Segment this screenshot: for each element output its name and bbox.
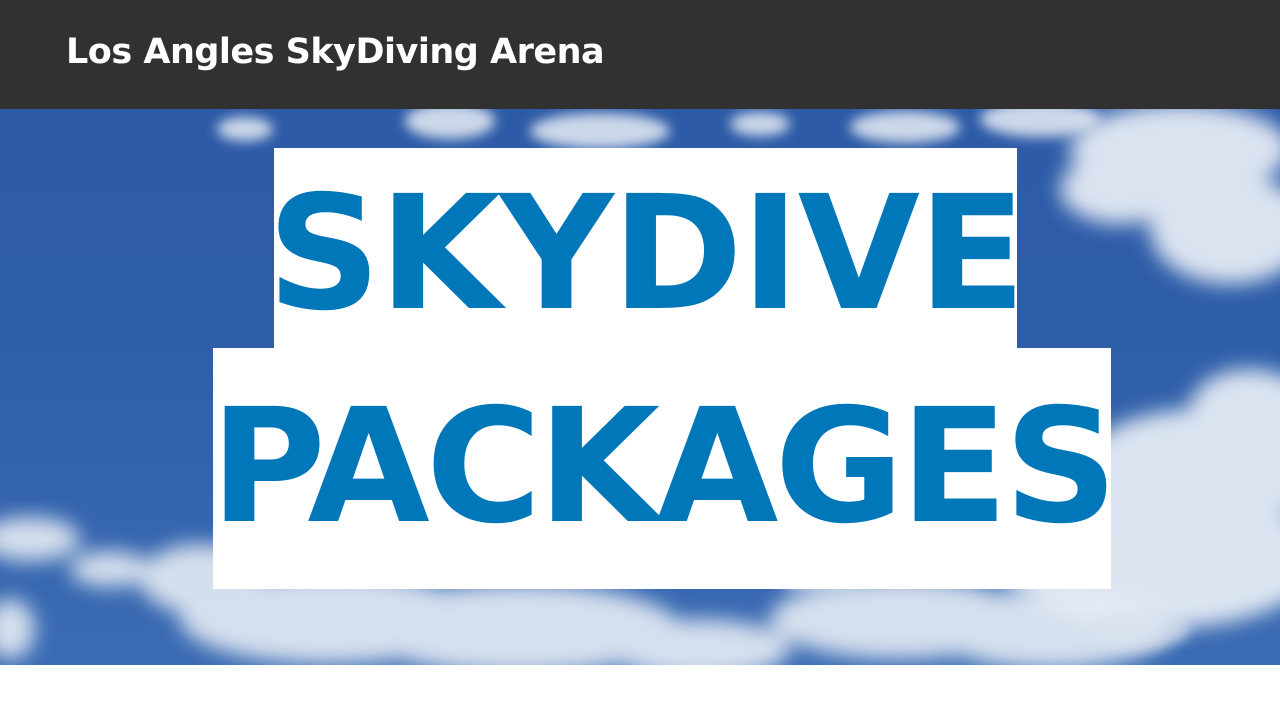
site-title[interactable]: Los Angles SkyDiving Arena bbox=[66, 30, 605, 74]
page-content-area bbox=[0, 665, 1280, 720]
headline-line-1-box: SKYDIVE bbox=[267, 148, 1026, 349]
headline-line-1: SKYDIVE bbox=[267, 161, 1026, 346]
site-header: Los Angles SkyDiving Arena bbox=[0, 0, 1280, 109]
headline-line-2: PACKAGES bbox=[210, 374, 1118, 559]
hero-banner: SKYDIVE PACKAGES bbox=[0, 109, 1280, 665]
headline-line-2-box: PACKAGES bbox=[210, 348, 1118, 589]
